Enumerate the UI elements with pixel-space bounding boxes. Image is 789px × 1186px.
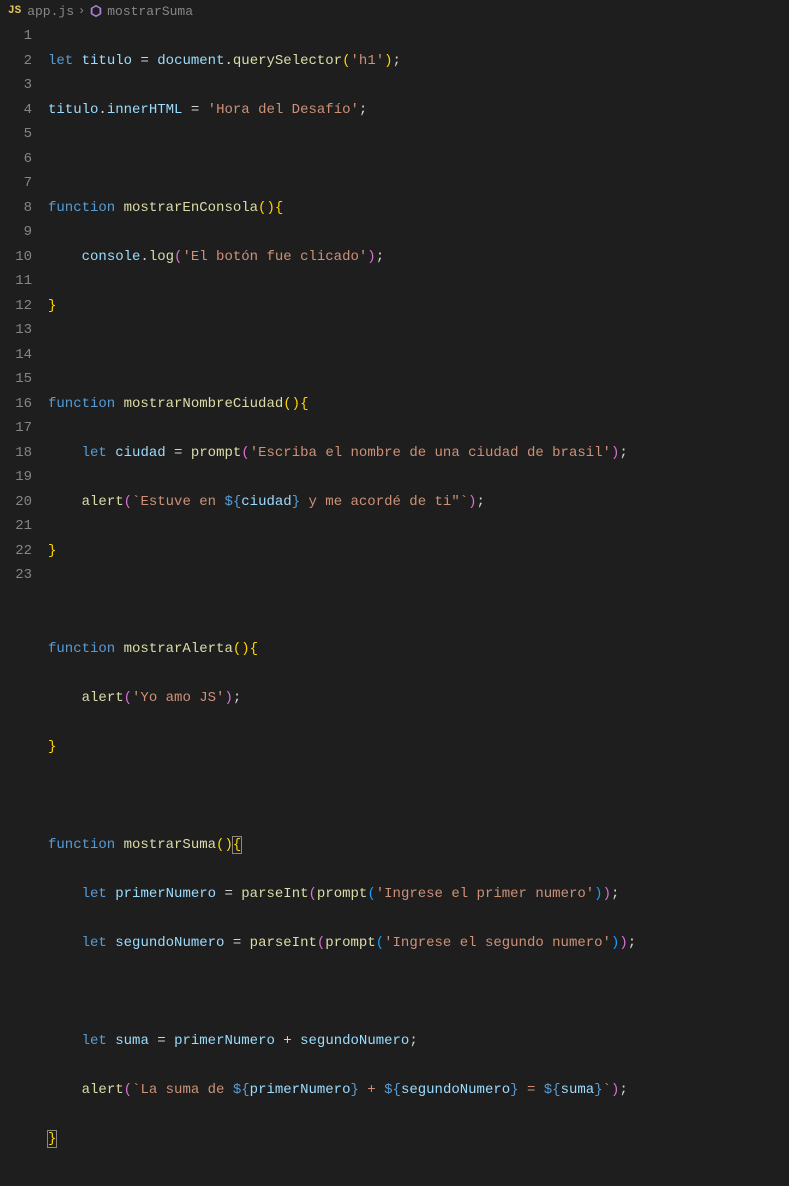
code-line[interactable] <box>48 147 789 172</box>
code-line[interactable]: alert(`Estuve en ${ciudad} y me acordé d… <box>48 490 789 515</box>
js-file-icon: JS <box>8 5 21 17</box>
chevron-right-icon: › <box>78 4 85 18</box>
line-number: 22 <box>0 539 32 564</box>
line-number: 16 <box>0 392 32 417</box>
line-number-gutter: 1 2 3 4 5 6 7 8 9 10 11 12 13 14 15 16 1… <box>0 24 48 1186</box>
line-number: 13 <box>0 318 32 343</box>
line-number: 19 <box>0 465 32 490</box>
line-number: 2 <box>0 49 32 74</box>
line-number: 11 <box>0 269 32 294</box>
code-line[interactable]: } <box>48 735 789 760</box>
line-number: 12 <box>0 294 32 319</box>
code-line[interactable]: } <box>48 1127 789 1152</box>
code-line[interactable]: let titulo = document.querySelector('h1'… <box>48 49 789 74</box>
code-line[interactable] <box>48 784 789 809</box>
line-number: 7 <box>0 171 32 196</box>
code-line[interactable]: alert(`La suma de ${primerNumero} + ${se… <box>48 1078 789 1103</box>
breadcrumb: JS app.js › mostrarSuma <box>0 0 789 22</box>
line-number: 10 <box>0 245 32 270</box>
line-number: 18 <box>0 441 32 466</box>
line-number: 8 <box>0 196 32 221</box>
code-line[interactable]: } <box>48 539 789 564</box>
code-line[interactable]: console.log('El botón fue clicado'); <box>48 245 789 270</box>
code-line[interactable]: function mostrarNombreCiudad(){ <box>48 392 789 417</box>
line-number: 1 <box>0 24 32 49</box>
line-number: 17 <box>0 416 32 441</box>
code-content[interactable]: let titulo = document.querySelector('h1'… <box>48 24 789 1186</box>
code-line[interactable]: let segundoNumero = parseInt(prompt('Ing… <box>48 931 789 956</box>
line-number: 3 <box>0 73 32 98</box>
code-line[interactable]: let ciudad = prompt('Escriba el nombre d… <box>48 441 789 466</box>
code-line[interactable]: alert('Yo amo JS'); <box>48 686 789 711</box>
code-line[interactable]: let suma = primerNumero + segundoNumero; <box>48 1029 789 1054</box>
line-number: 9 <box>0 220 32 245</box>
line-number: 15 <box>0 367 32 392</box>
line-number: 6 <box>0 147 32 172</box>
line-number: 20 <box>0 490 32 515</box>
line-number: 14 <box>0 343 32 368</box>
code-line[interactable] <box>48 343 789 368</box>
line-number: 23 <box>0 563 32 588</box>
code-line[interactable]: function mostrarEnConsola(){ <box>48 196 789 221</box>
code-line[interactable]: function mostrarSuma(){ <box>48 833 789 858</box>
code-line[interactable]: let primerNumero = parseInt(prompt('Ingr… <box>48 882 789 907</box>
line-number: 4 <box>0 98 32 123</box>
code-editor[interactable]: 1 2 3 4 5 6 7 8 9 10 11 12 13 14 15 16 1… <box>0 22 789 1186</box>
code-line[interactable]: } <box>48 294 789 319</box>
line-number: 5 <box>0 122 32 147</box>
breadcrumb-symbol[interactable]: mostrarSuma <box>107 4 193 19</box>
line-number: 21 <box>0 514 32 539</box>
code-line[interactable]: function mostrarAlerta(){ <box>48 637 789 662</box>
breadcrumb-file[interactable]: app.js <box>27 4 74 19</box>
method-icon <box>89 4 103 18</box>
code-line[interactable] <box>48 588 789 613</box>
code-line[interactable] <box>48 980 789 1005</box>
code-line[interactable]: titulo.innerHTML = 'Hora del Desafío'; <box>48 98 789 123</box>
